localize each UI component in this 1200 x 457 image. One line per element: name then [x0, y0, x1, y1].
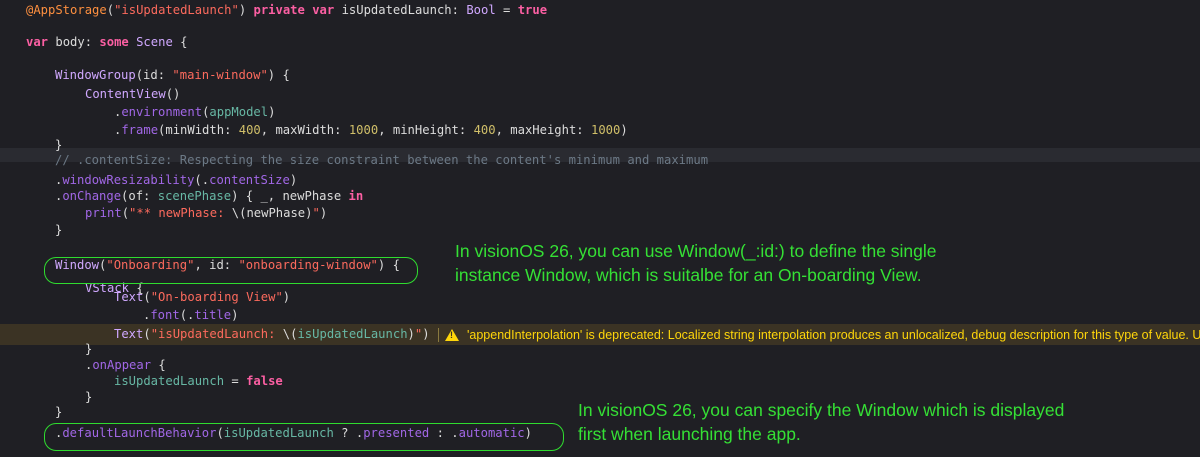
code-text: }	[55, 402, 62, 423]
warning-separator	[438, 327, 439, 342]
code-token: (.	[194, 173, 210, 187]
launch-annotation-line2: first when launching the app.	[578, 424, 801, 444]
code-line[interactable]: // .contentSize: Respecting the size con…	[0, 150, 1200, 171]
code-token: "** newPhase:	[129, 206, 232, 220]
code-token: Text	[114, 290, 144, 304]
code-token: onAppear	[92, 358, 152, 372]
launch-annotation: In visionOS 26, you can specify the Wind…	[578, 398, 1064, 446]
code-token: Bool	[466, 3, 496, 17]
code-token: (	[106, 3, 115, 17]
code-token: false	[246, 374, 283, 388]
code-token: )	[282, 290, 291, 304]
code-token: ContentView	[85, 87, 166, 101]
code-token: font	[150, 308, 180, 322]
code-token: environment	[121, 105, 203, 119]
code-token: in	[348, 189, 364, 203]
deprecation-warning[interactable]: 'appendInterpolation' is deprecated: Loc…	[438, 324, 1200, 345]
code-token: \(newPhase)	[231, 206, 313, 220]
code-token: title	[194, 308, 232, 322]
code-line[interactable]	[0, 42, 1200, 63]
code-token: onChange	[62, 189, 122, 203]
code-token: )	[268, 105, 276, 119]
window-annotation-line1: In visionOS 26, you can use Window(_:id:…	[455, 241, 937, 261]
code-text: @AppStorage("isUpdatedLaunch") private v…	[26, 0, 547, 21]
code-token: (of:	[121, 189, 158, 203]
code-line[interactable]: @AppStorage("isUpdatedLaunch") private v…	[0, 0, 1200, 21]
code-token: "main-window"	[172, 68, 268, 82]
code-token: ()	[165, 87, 181, 101]
code-token: // .contentSize: Respecting the size con…	[55, 153, 709, 167]
code-token: ) { _, newPhase	[231, 189, 349, 203]
code-editor[interactable]: @AppStorage("isUpdatedLaunch") private v…	[0, 0, 1200, 457]
code-token: isUpdatedLaunch:	[334, 3, 467, 17]
warning-triangle-icon	[445, 328, 459, 341]
code-token: private	[253, 3, 305, 17]
code-token: WindowGroup	[55, 68, 136, 82]
code-token: windowResizability	[62, 173, 195, 187]
code-token: isUpdatedLaunch	[114, 374, 225, 388]
code-token: )	[231, 308, 239, 322]
code-token: (	[143, 290, 151, 304]
code-token: )	[319, 206, 328, 220]
code-token: appModel	[209, 105, 269, 119]
code-token: =	[224, 374, 247, 388]
code-token: ) {	[267, 68, 290, 82]
code-token: @AppStorage	[26, 3, 107, 17]
window-callout-outline	[44, 257, 418, 284]
launch-behavior-callout-outline	[44, 423, 564, 451]
window-annotation: In visionOS 26, you can use Window(_:id:…	[455, 239, 937, 287]
warning-message: 'appendInterpolation' is deprecated: Loc…	[467, 327, 1200, 342]
code-token: var	[312, 3, 335, 17]
code-token: scenePhase	[157, 189, 232, 203]
code-token: true	[517, 3, 548, 17]
code-text: // .contentSize: Respecting the size con…	[55, 150, 708, 171]
code-token: {	[151, 358, 166, 372]
code-token: }	[55, 223, 63, 237]
code-token: "	[312, 206, 320, 220]
code-token: "On-boarding View"	[150, 290, 283, 304]
code-token: (id:	[135, 68, 173, 82]
code-token: "isUpdatedLaunch"	[114, 3, 239, 17]
code-token: )	[238, 3, 254, 17]
code-token: }	[55, 405, 63, 419]
code-token: print	[85, 206, 122, 220]
code-token: contentSize	[209, 173, 290, 187]
code-token: )	[289, 173, 298, 187]
launch-annotation-line1: In visionOS 26, you can specify the Wind…	[578, 400, 1065, 420]
code-text: }	[55, 220, 62, 241]
code-token: }	[85, 342, 93, 356]
window-annotation-line2: instance Window, which is suitalbe for a…	[455, 265, 922, 285]
code-token: (	[121, 206, 130, 220]
code-token: =	[495, 3, 518, 17]
code-token: (.	[179, 308, 195, 322]
